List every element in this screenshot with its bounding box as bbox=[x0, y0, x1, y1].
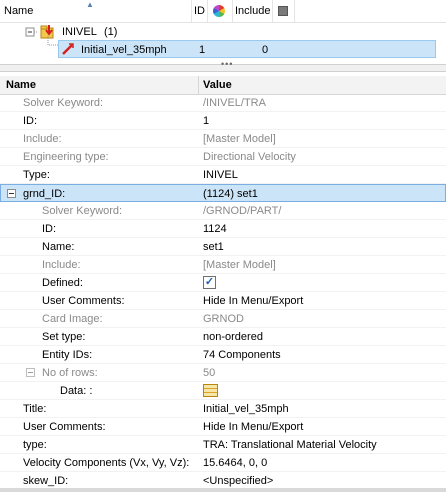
sort-ascending-icon: ▲ bbox=[86, 0, 94, 9]
prop-key: Include: bbox=[23, 133, 62, 145]
prop-row-user-comments[interactable]: User Comments: Hide In Menu/Export bbox=[0, 418, 446, 436]
prop-key: grnd_ID: bbox=[23, 188, 66, 200]
property-grid-header: Name Value bbox=[0, 76, 446, 95]
column-divider[interactable] bbox=[198, 76, 199, 94]
prop-row-set-type[interactable]: Set type: non-ordered bbox=[0, 328, 446, 346]
prop-row-engineering-type[interactable]: Engineering type: Directional Velocity bbox=[0, 148, 446, 166]
prop-value: 74 Components bbox=[203, 349, 281, 361]
column-header-display[interactable] bbox=[273, 0, 295, 22]
collapse-icon[interactable] bbox=[26, 368, 35, 377]
prop-value: [Master Model] bbox=[203, 259, 276, 271]
data-table-icon[interactable] bbox=[203, 384, 218, 397]
prop-row-set-solver-keyword[interactable]: Solver Keyword: /GRNOD/PART/ bbox=[0, 202, 446, 220]
prop-row-set-entity-ids[interactable]: Entity IDs: 74 Components bbox=[0, 346, 446, 364]
prop-key: Data: : bbox=[60, 385, 93, 397]
prop-value: 1 bbox=[203, 115, 210, 127]
prop-key: Name: bbox=[42, 241, 75, 253]
prop-value: 15.6464, 0, 0 bbox=[203, 457, 268, 469]
entity-tree-panel: Name ▲ ID Include INIVEL (1) Initial_vel… bbox=[0, 0, 446, 64]
prop-key: Entity IDs: bbox=[42, 349, 93, 361]
column-header-include-label: Include bbox=[235, 5, 271, 17]
prop-value: GRNOD bbox=[203, 313, 244, 325]
column-header-name[interactable]: Name bbox=[0, 0, 192, 22]
prop-value: INIVEL bbox=[203, 169, 238, 181]
prop-value: TRA: Translational Material Velocity bbox=[203, 439, 377, 451]
prop-key: type: bbox=[23, 439, 47, 451]
prop-row-velocity-type[interactable]: type: TRA: Translational Material Veloci… bbox=[0, 436, 446, 454]
prop-key: Velocity Components (Vx, Vy, Vz): bbox=[23, 457, 190, 469]
prop-row-set-defined[interactable]: Defined: ✓ bbox=[0, 274, 446, 292]
prop-row-include[interactable]: Include: [Master Model] bbox=[0, 130, 446, 148]
prop-row-set-user-comments[interactable]: User Comments: Hide In Menu/Export bbox=[0, 292, 446, 310]
prop-row-set-id[interactable]: ID: 1124 bbox=[0, 220, 446, 238]
prop-row-solver-keyword[interactable]: Solver Keyword: /INIVEL/TRA bbox=[0, 94, 446, 112]
prop-value: non-ordered bbox=[203, 331, 263, 343]
defined-checkbox[interactable]: ✓ bbox=[203, 276, 216, 289]
color-wheel-icon bbox=[213, 5, 225, 17]
prop-value: Directional Velocity bbox=[203, 151, 296, 163]
prop-key: Set type: bbox=[42, 331, 86, 343]
prop-value: 50 bbox=[203, 367, 216, 379]
prop-key: User Comments: bbox=[23, 421, 106, 433]
prop-row-set-include[interactable]: Include: [Master Model] bbox=[0, 256, 446, 274]
prop-key: Defined: bbox=[42, 277, 83, 289]
prop-key: Include: bbox=[42, 259, 81, 271]
prop-row-no-of-rows[interactable]: No of rows: 50 bbox=[0, 364, 446, 382]
collapse-icon[interactable] bbox=[7, 189, 16, 198]
splitter-grip-icon: ••• bbox=[221, 59, 234, 69]
grid-header-value[interactable]: Value bbox=[203, 76, 232, 94]
prop-key: Engineering type: bbox=[23, 151, 109, 163]
prop-key: Type: bbox=[23, 169, 50, 181]
prop-key: No of rows: bbox=[42, 367, 98, 379]
prop-row-type[interactable]: Type: INIVEL bbox=[0, 166, 446, 184]
column-header-name-label: Name bbox=[4, 5, 34, 17]
velocity-entity-icon bbox=[62, 43, 74, 55]
tree-child-include: 0 bbox=[262, 44, 269, 56]
prop-key: Card Image: bbox=[42, 313, 103, 325]
prop-value: /GRNOD/PART/ bbox=[203, 205, 282, 217]
panel-bottom-edge bbox=[0, 488, 446, 492]
column-header-id[interactable]: ID bbox=[192, 0, 208, 22]
prop-row-set-card-image[interactable]: Card Image: GRNOD bbox=[0, 310, 446, 328]
prop-row-data[interactable]: Data: : bbox=[0, 382, 446, 400]
tree-child-label: Initial_vel_35mph bbox=[81, 44, 167, 56]
grid-header-name[interactable]: Name bbox=[6, 76, 36, 94]
prop-value: set1 bbox=[203, 241, 224, 253]
tree-parent-count: (1) bbox=[104, 26, 118, 38]
prop-value: (1124) set1 bbox=[203, 188, 258, 200]
column-header-color[interactable] bbox=[208, 0, 233, 22]
prop-key: Solver Keyword: bbox=[42, 205, 123, 217]
prop-value: /INIVEL/TRA bbox=[203, 97, 266, 109]
prop-key: User Comments: bbox=[42, 295, 125, 307]
prop-value: Hide In Menu/Export bbox=[203, 421, 304, 433]
prop-row-set-name[interactable]: Name: set1 bbox=[0, 238, 446, 256]
tree-row-initial-vel[interactable]: Initial_vel_35mph 1 0 bbox=[58, 40, 436, 58]
column-header-include[interactable]: Include bbox=[233, 0, 273, 22]
prop-key: Title: bbox=[23, 403, 47, 415]
prop-key: ID: bbox=[42, 223, 57, 235]
tree-parent-label: INIVEL bbox=[62, 26, 97, 38]
prop-row-velocity-components[interactable]: Velocity Components (Vx, Vy, Vz): 15.646… bbox=[0, 454, 446, 472]
prop-key: Solver Keyword: bbox=[23, 97, 104, 109]
prop-value: 1124 bbox=[203, 223, 227, 235]
prop-key: ID: bbox=[23, 115, 38, 127]
prop-group-grnd-id[interactable]: grnd_ID: (1124) set1 bbox=[0, 184, 446, 202]
prop-row-id[interactable]: ID: 1 bbox=[0, 112, 446, 130]
property-grid: Name Value Solver Keyword: /INIVEL/TRA I… bbox=[0, 76, 446, 492]
prop-value: Hide In Menu/Export bbox=[203, 295, 304, 307]
prop-row-title[interactable]: Title: Initial_vel_35mph bbox=[0, 400, 446, 418]
display-book-icon bbox=[278, 6, 288, 16]
tree-row-inivel[interactable]: INIVEL (1) bbox=[0, 23, 446, 41]
column-header-id-label: ID bbox=[194, 5, 205, 17]
tree-header: Name ▲ ID Include bbox=[0, 0, 446, 23]
prop-value: [Master Model] bbox=[203, 133, 276, 145]
tree-child-id: 1 bbox=[199, 44, 206, 56]
prop-value: Initial_vel_35mph bbox=[203, 403, 289, 415]
